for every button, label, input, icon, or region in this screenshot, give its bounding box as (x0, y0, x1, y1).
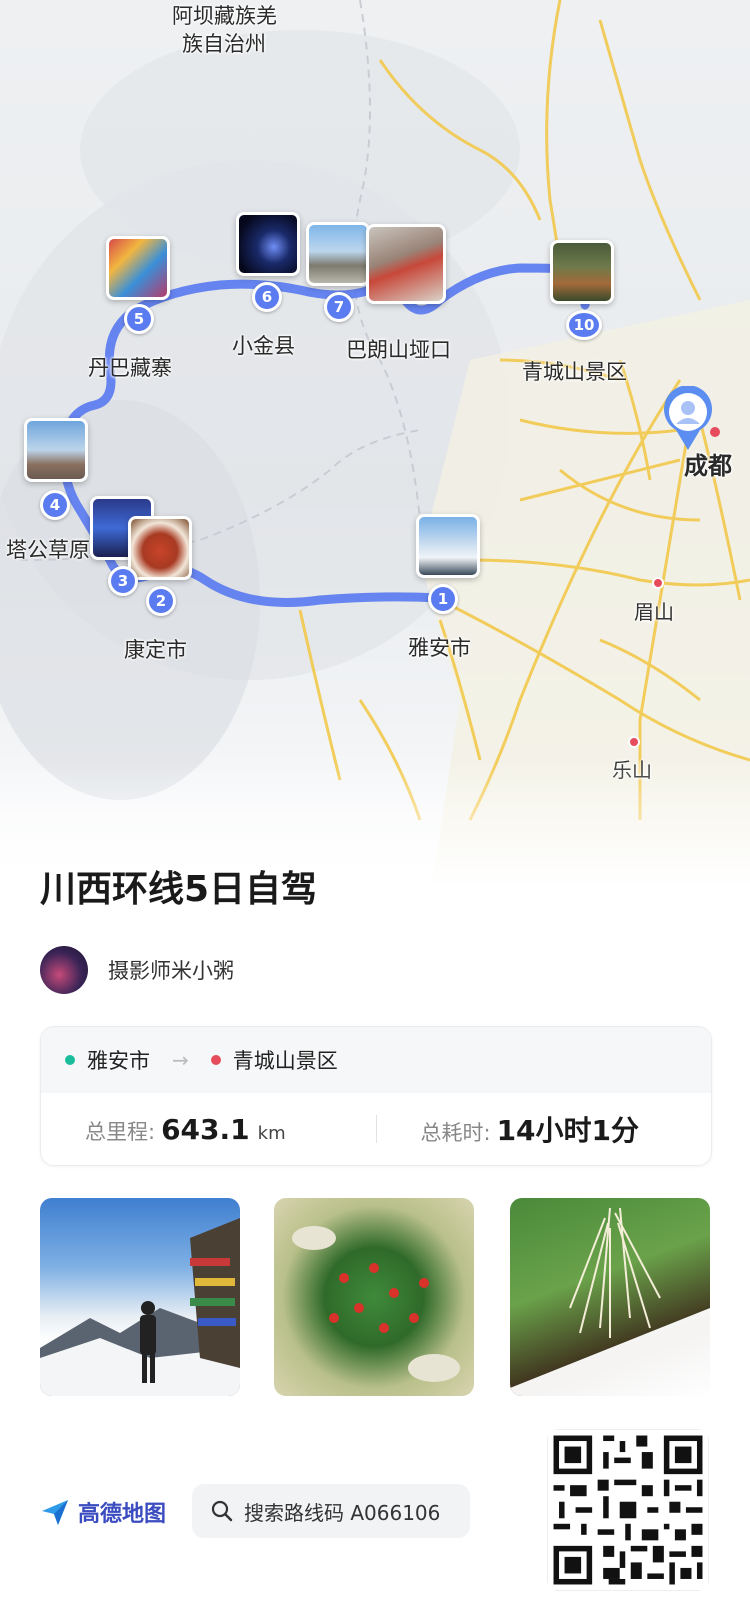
stop-photo-5[interactable] (106, 236, 170, 300)
stop-pin-5[interactable]: 5 (124, 304, 154, 334)
time-value: 14小时1分 (496, 1114, 640, 1147)
distance-stat: 总里程: 643.1 km (41, 1113, 376, 1146)
amap-logo-icon (42, 1500, 68, 1525)
gallery-photo-fish-dish[interactable] (274, 1198, 474, 1396)
stop-pin-2[interactable]: 2 (146, 586, 176, 616)
route-end: 青城山景区 (232, 1049, 338, 1073)
qr-code-icon (548, 1430, 708, 1590)
distance-label: 总里程: (85, 1119, 156, 1144)
time-label: 总耗时: (420, 1121, 491, 1145)
hiker-icon (40, 1218, 240, 1396)
trip-title: 川西环线5日自驾 (40, 869, 318, 910)
place-label-kangding: 康定市 (124, 638, 187, 662)
place-label-meishan: 眉山 (634, 600, 674, 624)
start-dot-icon (65, 1055, 75, 1065)
place-label-aba-line2: 族自治州 (182, 32, 266, 56)
place-label-yaan: 雅安市 (408, 636, 471, 660)
route-stats: 总里程: 643.1 km 总耗时: 14小时1分 (41, 1093, 711, 1165)
stop-pin-1[interactable]: 1 (428, 584, 458, 614)
route-summary-card: 雅安市 → 青城山景区 总里程: 643.1 km 总耗时: 14小时1分 (40, 1026, 712, 1166)
user-location-icon[interactable] (662, 386, 714, 452)
author-avatar[interactable] (40, 946, 88, 994)
place-label-xiaojin: 小金县 (232, 334, 295, 358)
stop-photo-7[interactable] (306, 222, 370, 286)
distance-unit: km (257, 1122, 286, 1144)
stop-photo-10[interactable] (550, 240, 614, 304)
qr-code[interactable] (548, 1430, 708, 1590)
stop-photo-6[interactable] (236, 212, 300, 276)
place-label-danba: 丹巴藏寨 (88, 356, 172, 380)
dish-icon (292, 1226, 460, 1382)
author-row[interactable]: 摄影师米小粥 (40, 946, 234, 994)
place-label-tagong: 塔公草原 (6, 538, 90, 562)
route-map[interactable]: 阿坝藏族羌 族自治州 丹巴藏寨 小金县 巴朗山垭口 青城山景区 成都 塔公草原 … (0, 0, 750, 900)
search-route-code-text: 搜索路线码 A066106 (244, 1500, 441, 1525)
place-label-aba-line1: 阿坝藏族羌 (172, 4, 277, 28)
place-label-qingcheng: 青城山景区 (522, 360, 627, 384)
search-icon (211, 1500, 233, 1522)
stop-photo-2[interactable] (128, 516, 192, 580)
brand-name: 高德地图 (78, 1502, 167, 1527)
stop-photo-balang[interactable] (366, 224, 446, 304)
end-dot-icon (210, 1055, 221, 1065)
stop-pin-7[interactable]: 7 (324, 292, 354, 322)
stop-photo-4[interactable] (24, 418, 88, 482)
route-code-search[interactable]: 搜索路线码 A066106 (192, 1484, 470, 1538)
ginger-garnish-icon (510, 1207, 710, 1396)
stop-pin-4[interactable]: 4 (40, 490, 70, 520)
stop-photo-1[interactable] (416, 514, 480, 578)
route-start: 雅安市 (87, 1049, 150, 1073)
stop-pin-10[interactable]: 10 (566, 310, 602, 340)
distance-value: 643.1 (161, 1112, 250, 1146)
gallery-photo-mountain[interactable] (40, 1198, 240, 1396)
place-label-balang: 巴朗山垭口 (346, 338, 451, 362)
arrow-right-icon: → (172, 1048, 189, 1072)
author-name[interactable]: 摄影师米小粥 (108, 955, 234, 985)
gallery-photo-greens[interactable] (510, 1198, 710, 1396)
stop-pin-6[interactable]: 6 (252, 282, 282, 312)
route-endpoints: 雅安市 → 青城山景区 (41, 1027, 711, 1093)
time-stat: 总耗时: 14小时1分 (377, 1109, 712, 1149)
amap-logo[interactable]: 高德地图 (40, 1496, 166, 1528)
stop-pin-3[interactable]: 3 (108, 566, 138, 596)
